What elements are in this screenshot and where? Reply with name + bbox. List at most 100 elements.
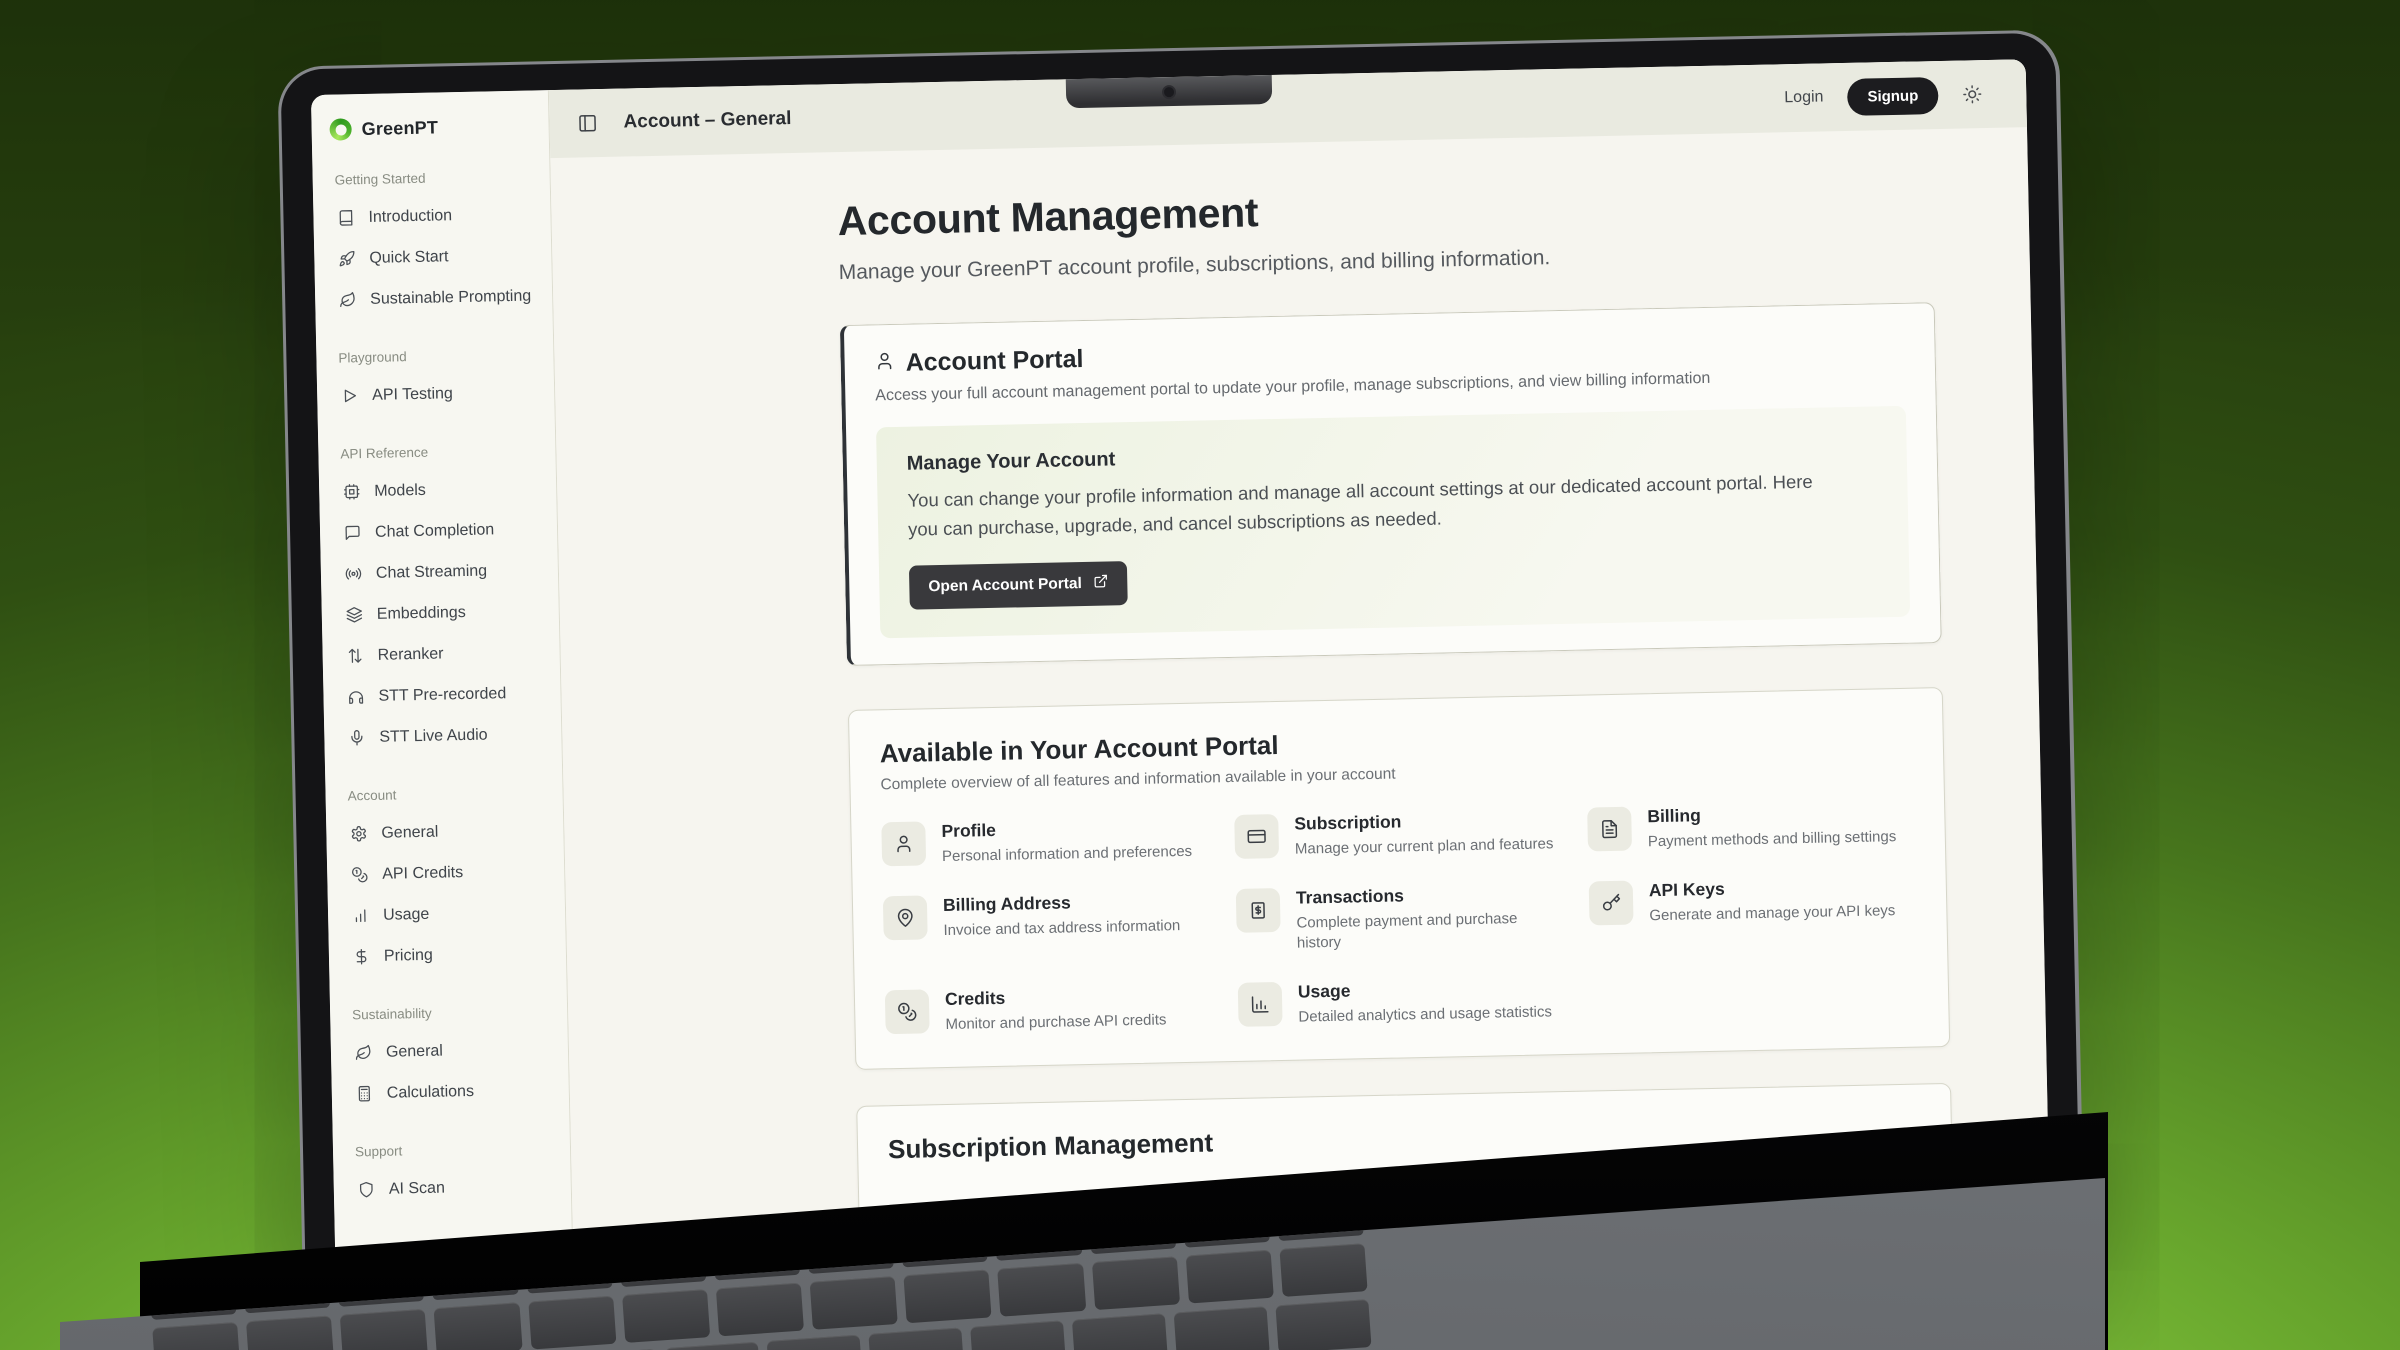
laptop: GreenPT Getting StartedIntroductionQuick… [277,29,2084,1296]
feature-icon-tile [1589,881,1634,926]
sidebar-item-label: Quick Start [369,248,449,268]
sidebar-item-label: Usage [383,905,430,924]
keyboard-key [998,1263,1086,1317]
sidebar-item-account-general[interactable]: General [344,809,552,854]
sidebar-item-account-usage[interactable]: Usage [346,891,554,936]
sidebar-item-sustainability-calculations[interactable]: Calculations [349,1069,557,1114]
feature-icon-tile [883,895,928,940]
sidebar-item-api-reference-stt-live-audio[interactable]: STT Live Audio [342,713,550,758]
keyboard-key [1275,1299,1371,1350]
sidebar-section-label-account: Account [347,784,550,803]
features-grid: ProfilePersonal information and preferen… [881,801,1918,1037]
feature-profile: ProfilePersonal information and preferen… [881,815,1209,868]
feature-text: API KeysGenerate and manage your API key… [1649,875,1896,946]
feature-icon-tile [885,989,930,1034]
feature-api-keys: API KeysGenerate and manage your API key… [1589,875,1917,948]
feature-title: Credits [945,984,1166,1010]
page-subtitle: Manage your GreenPT account profile, sub… [839,238,1934,285]
sidebar-item-account-api-credits[interactable]: API Credits [345,850,553,895]
keyboard-key [152,1322,240,1350]
file-text-icon [1599,819,1619,839]
laptop-notch [1065,75,1272,108]
feature-text: SubscriptionManage your current plan and… [1294,808,1553,859]
account-portal-title: Account Portal [905,345,1083,378]
page-content: Account Management Manage your GreenPT a… [550,127,2050,1291]
sidebar-item-label: Reranker [377,645,443,664]
coins-icon [897,1002,917,1022]
feature-description: Invoice and tax address information [943,916,1180,941]
external-link-icon [1093,574,1108,589]
feature-text: UsageDetailed analytics and usage statis… [1298,976,1552,1027]
message-square-icon [344,524,361,541]
signup-button[interactable]: Signup [1847,77,1939,116]
coins-icon [351,866,368,883]
subscription-management-title: Subscription Management [888,1113,1921,1166]
sidebar-item-sustainability-general[interactable]: General [349,1028,557,1073]
laptop-bezel: GreenPT Getting StartedIntroductionQuick… [280,33,2080,1297]
keyboard-key [1072,1313,1168,1350]
feature-text: Billing AddressInvoice and tax address i… [943,890,1181,961]
key-icon [1601,893,1621,913]
sidebar-item-getting-started-quick-start[interactable]: Quick Start [332,234,540,279]
sidebar-item-support-ai-scan[interactable]: AI Scan [351,1165,559,1210]
shield-icon [358,1181,375,1198]
leaf-icon [355,1044,372,1061]
sidebar-item-api-reference-chat-streaming[interactable]: Chat Streaming [339,549,547,594]
feature-transactions: TransactionsComplete payment and purchas… [1236,882,1564,955]
feature-title: Transactions [1296,882,1561,909]
play-icon [341,387,358,404]
laptop-lid: GreenPT Getting StartedIntroductionQuick… [277,29,2084,1296]
feature-description: Generate and manage your API keys [1649,901,1895,926]
sidebar-item-label: General [386,1042,443,1061]
sidebar-section-label-support: Support [355,1140,558,1159]
keyboard-key [150,1290,237,1320]
keyboard-key [904,1269,992,1323]
sidebar-toggle-button[interactable] [577,113,597,133]
sidebar-item-label: API Credits [382,864,463,884]
map-pin-icon [895,908,915,928]
sidebar-section-label-api-reference: API Reference [340,442,543,461]
breadcrumb: Account – General [623,108,791,134]
sun-icon [1962,84,1982,104]
keyboard-key [434,1302,522,1350]
main-area: Account – General Login Signup Account M… [549,59,2051,1291]
dollar-icon [353,948,370,965]
sidebar-item-label: Sustainable Prompting [370,287,531,308]
feature-text: TransactionsComplete payment and purchas… [1296,882,1562,954]
keyboard-key [868,1327,964,1350]
keyboard-key [340,1309,428,1350]
sidebar-item-playground-api-testing[interactable]: API Testing [335,371,543,416]
feature-description: Manage your current plan and features [1295,834,1554,859]
keyboard-key [1279,1243,1367,1297]
brand-logo[interactable]: GreenPT [329,112,536,142]
sidebar: GreenPT Getting StartedIntroductionQuick… [311,90,574,1296]
sidebar-item-getting-started-sustainable-prompting[interactable]: Sustainable Prompting [333,275,541,320]
keyboard-key [528,1296,616,1350]
sidebar-item-account-pricing[interactable]: Pricing [347,932,555,977]
sidebar-item-getting-started-introduction[interactable]: Introduction [331,193,539,238]
feature-text: BillingPayment methods and billing setti… [1647,801,1896,852]
sidebar-item-label: Pricing [384,946,433,965]
sidebar-nav: Getting StartedIntroductionQuick StartSu… [331,168,560,1210]
feature-icon-tile [1234,814,1279,859]
sidebar-item-api-reference-stt-pre-recorded[interactable]: STT Pre-recorded [341,672,549,717]
feature-icon-tile [1238,982,1283,1027]
theme-toggle-button[interactable] [1962,84,1982,104]
feature-title: Usage [1298,976,1552,1002]
sidebar-item-api-reference-embeddings[interactable]: Embeddings [339,590,547,635]
feature-title: Billing [1647,801,1896,827]
external-link-icon-slot [1093,574,1108,594]
bar-chart-icon [352,907,369,924]
sidebar-item-label: Chat Completion [375,521,495,541]
arrow-up-down-icon [346,647,363,664]
sidebar-item-api-reference-chat-completion[interactable]: Chat Completion [338,508,546,553]
feature-text: CreditsMonitor and purchase API credits [945,984,1167,1035]
sidebar-item-api-reference-reranker[interactable]: Reranker [340,631,548,676]
keyboard-key [1174,1306,1270,1350]
book-icon [337,209,354,226]
sidebar-item-api-reference-models[interactable]: Models [337,467,545,512]
feature-text: ProfilePersonal information and preferen… [941,816,1192,867]
login-link[interactable]: Login [1784,88,1824,107]
layers-icon [346,606,363,623]
open-account-portal-button[interactable]: Open Account Portal [909,561,1127,610]
